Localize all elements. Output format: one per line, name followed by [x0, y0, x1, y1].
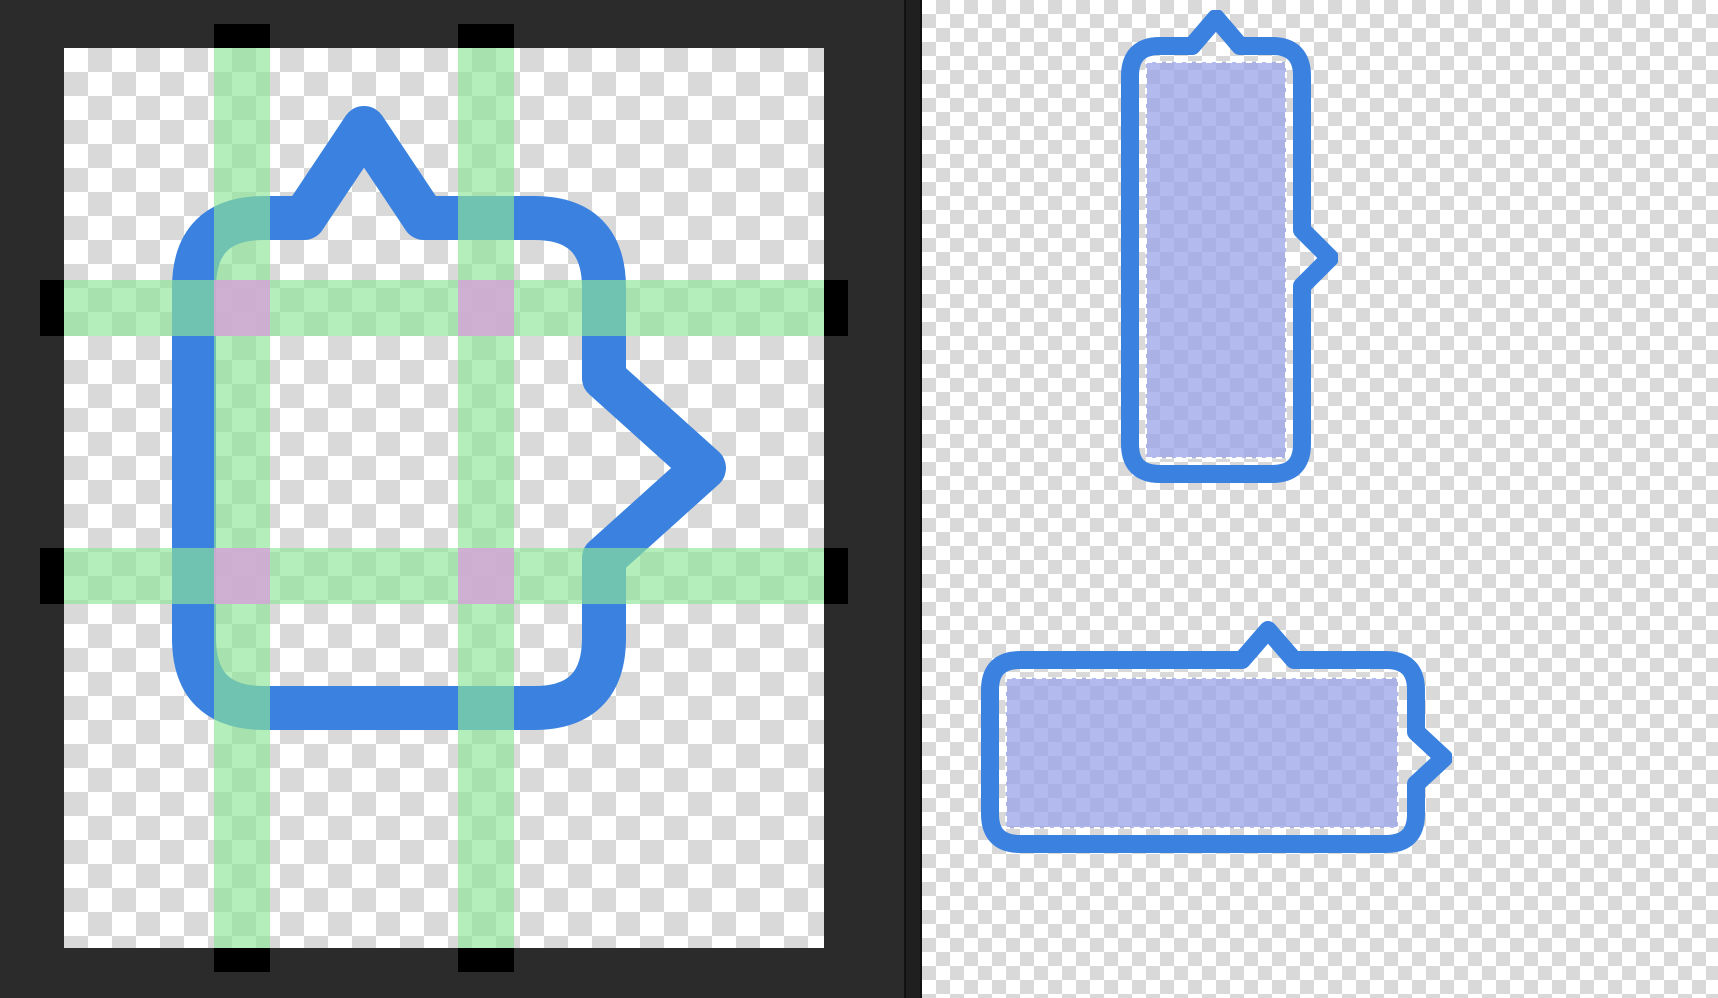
nine-slice-editor-workspace — [0, 0, 1718, 998]
slice-guide-vertical-2[interactable] — [458, 48, 514, 948]
slice-tick-top-2 — [458, 24, 514, 48]
slice-tick-right-1 — [824, 280, 848, 336]
panel-divider[interactable] — [904, 0, 922, 998]
preview-wide[interactable] — [972, 620, 1452, 860]
preview-panel — [922, 0, 1718, 998]
main-editor-panel — [0, 0, 904, 998]
slice-tick-top-1 — [214, 24, 270, 48]
slice-tick-bottom-2 — [458, 948, 514, 972]
slice-tick-left-1 — [40, 280, 64, 336]
slice-tick-bottom-1 — [214, 948, 270, 972]
sprite-bubble-outline — [64, 48, 824, 948]
preview-tall-content-rect — [1146, 62, 1286, 458]
slice-guide-horizontal-2[interactable] — [64, 548, 824, 604]
preview-tall[interactable] — [1112, 10, 1338, 490]
slice-tick-left-2 — [40, 548, 64, 604]
slice-guide-vertical-1[interactable] — [214, 48, 270, 948]
preview-wide-content-rect — [1006, 678, 1398, 828]
slice-guide-horizontal-1[interactable] — [64, 280, 824, 336]
slice-tick-right-2 — [824, 548, 848, 604]
main-canvas[interactable] — [64, 48, 824, 948]
